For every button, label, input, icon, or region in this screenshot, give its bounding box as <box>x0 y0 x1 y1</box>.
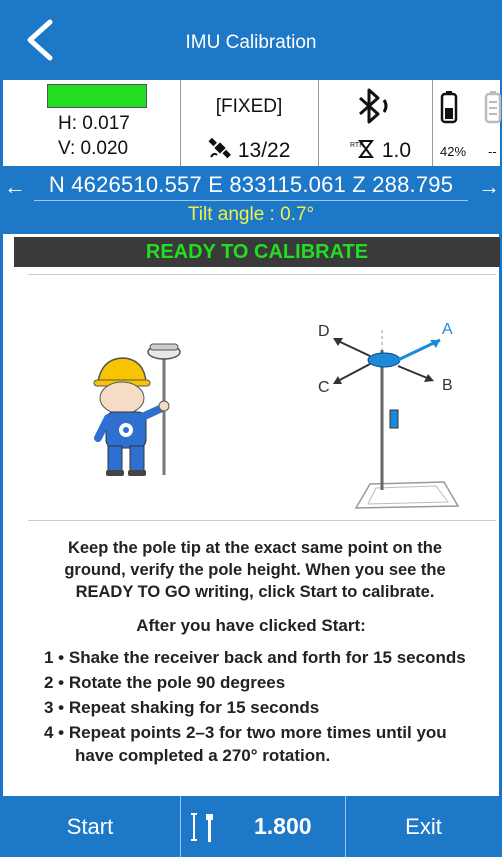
horizontal-precision: H: 0.017 <box>58 113 130 134</box>
step-item-continued: have completed a 270° rotation. <box>75 746 331 765</box>
battery-secondary-icon <box>484 91 502 124</box>
rtk-age-label: 1.0 <box>381 139 412 162</box>
link-cell: RTK 1.0 <box>318 80 433 166</box>
calibration-status-banner: READY TO CALIBRATE <box>14 237 500 267</box>
rtk-icon: RTK <box>350 140 374 158</box>
step-item: 3 • Repeat shaking for 15 seconds <box>44 698 320 717</box>
start-button[interactable]: Start <box>0 814 180 840</box>
coordinates-divider <box>34 200 468 201</box>
satellite-count-label: 13/22 <box>237 139 291 162</box>
title-bar: IMU Calibration <box>0 0 502 80</box>
rotation-diagram: A B C D <box>318 321 460 509</box>
step-item: 4 • Repeat points 2–3 for two more times… <box>44 723 447 742</box>
satellite-icon <box>208 137 231 159</box>
exit-button[interactable]: Exit <box>345 814 502 840</box>
divider <box>28 520 496 521</box>
battery-icon <box>440 91 458 124</box>
battery-percent: 42% <box>440 144 467 159</box>
arrow-right-icon[interactable]: → <box>478 174 500 200</box>
position-bar: ← N 4626510.557 E 833115.061 Z 288.795 →… <box>0 166 502 234</box>
step-item: 2 • Rotate the pole 90 degrees <box>44 673 286 692</box>
pole-height-icon <box>191 813 213 842</box>
solution-cell: [FIXED] 13/22 <box>180 80 319 166</box>
divider <box>28 274 496 275</box>
bottom-toolbar: Start 1.800 Exit <box>0 796 502 857</box>
after-start-heading: After you have clicked Start: <box>136 616 366 635</box>
battery-secondary-value: -- <box>488 144 497 159</box>
vertical-precision: V: 0.020 <box>58 138 129 159</box>
axis-b-label: B <box>442 377 453 394</box>
solution-quality-indicator <box>47 84 147 108</box>
axis-a-label: A <box>442 321 453 338</box>
step-item: 1 • Shake the receiver back and forth fo… <box>44 648 466 667</box>
surveyor-illustration <box>93 343 181 476</box>
instruction-line: Keep the pole tip at the exact same poin… <box>67 539 443 557</box>
status-panel: H: 0.017 V: 0.020 [FIXED] 13/22 RTK 1.0 <box>12 80 502 167</box>
bluetooth-icon <box>359 88 388 124</box>
tilt-angle: Tilt angle : 0.7° <box>187 204 315 225</box>
pole-height-button[interactable]: 1.800 <box>181 796 345 857</box>
rtk-age: RTK 1.0 <box>350 138 411 163</box>
instruction-line: READY TO GO writing, click Start to cali… <box>75 583 435 601</box>
accuracy-cell: H: 0.017 V: 0.020 <box>12 80 181 166</box>
instruction-line: ground, verify the pole height. When you… <box>64 561 446 579</box>
satellite-count: 13/22 <box>208 137 291 163</box>
axis-d-label: D <box>318 323 330 340</box>
solution-status: [FIXED] <box>215 96 283 117</box>
page-title: IMU Calibration <box>185 32 317 53</box>
battery-cell: 42% -- <box>432 80 502 166</box>
axis-c-label: C <box>318 379 330 396</box>
pole-height-value: 1.800 <box>254 813 312 839</box>
coordinates-readout: N 4626510.557 E 833115.061 Z 288.795 <box>48 172 454 197</box>
